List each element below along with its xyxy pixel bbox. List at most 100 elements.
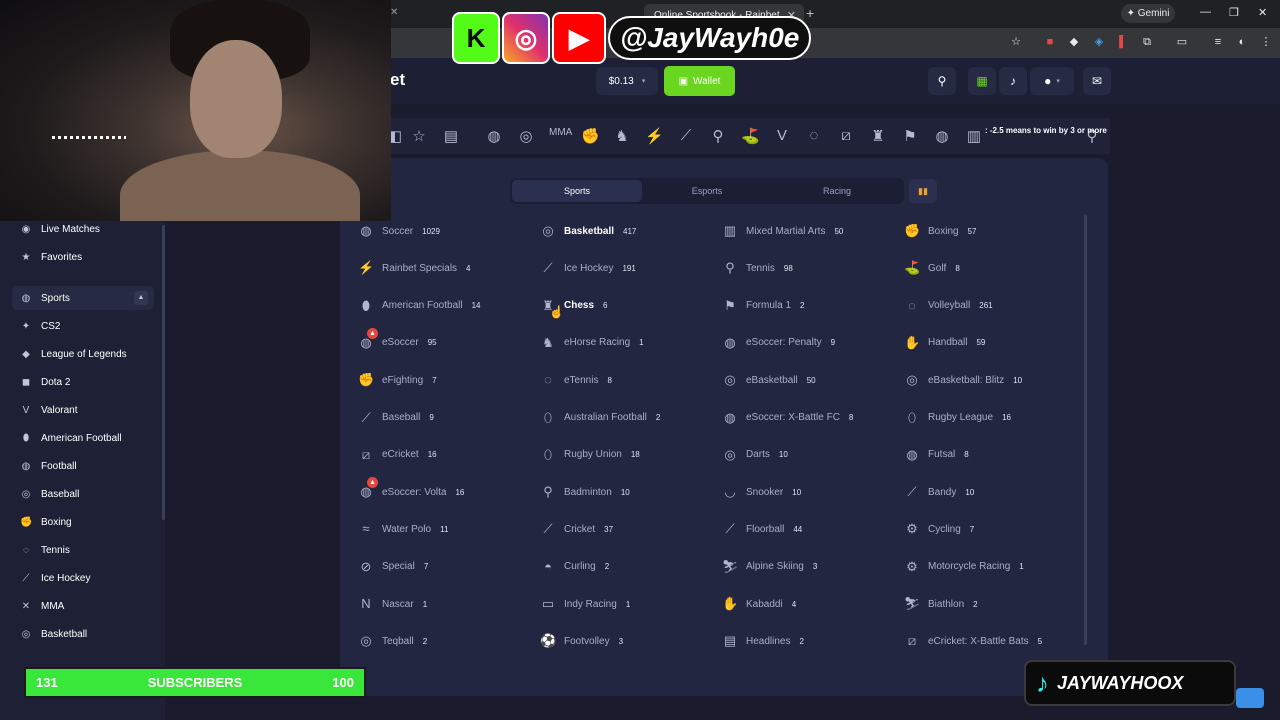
sport-item-soccer[interactable]: ◍ Soccer 1029 (358, 221, 440, 241)
book-icon[interactable]: ▥ (965, 127, 983, 145)
close-window-icon[interactable]: ✕ (1258, 6, 1267, 19)
sidebar-item-mma[interactable]: ✕ MMA (12, 595, 154, 617)
sidebar-item-ice-hockey[interactable]: ⟋ Ice Hockey (12, 567, 154, 589)
sport-item-efighting[interactable]: ✊ eFighting 7 (358, 370, 437, 390)
sport-item-etennis[interactable]: ◌ eTennis 8 (540, 370, 612, 390)
wallet-button[interactable]: ▣ Wallet (664, 66, 735, 96)
chess-icon[interactable]: ♜ (869, 127, 887, 145)
sport-item-snooker[interactable]: ◡ Snooker 10 (722, 482, 801, 502)
sport-item-biathlon[interactable]: ⛷ Biathlon 2 (904, 594, 978, 614)
sidebar-item-cs2[interactable]: ✦ CS2 (12, 315, 154, 337)
balance-selector[interactable]: $0.13 ▾ (596, 67, 658, 95)
sport-item-mixed-martial-arts[interactable]: ▥ Mixed Martial Arts 50 (722, 221, 844, 241)
mma-icon[interactable]: MMA (549, 127, 572, 138)
soccer-icon[interactable]: ◍ (485, 127, 503, 145)
sport-item-ice-hockey[interactable]: ⟋ Ice Hockey 191 (540, 258, 635, 278)
sidebar-scrollbar[interactable] (162, 225, 165, 520)
volleyball-icon[interactable]: ◌ (805, 127, 823, 144)
sport-item-esoccer-penalty[interactable]: ◍ eSoccer: Penalty 9 (722, 333, 835, 353)
puzzle-icon[interactable]: ⧉ (1140, 35, 1154, 49)
sport-item-indy-racing[interactable]: ▭ Indy Racing 1 (540, 594, 630, 614)
sidebar-item-baseball[interactable]: ◎ Baseball (12, 483, 154, 505)
profile-icon[interactable]: ◐ (1235, 35, 1249, 49)
user-menu-button[interactable]: ● ▾ (1030, 67, 1074, 95)
ice-hockey-icon[interactable]: ⟋ (677, 127, 695, 144)
chevron-up-icon[interactable]: ▲ (134, 291, 148, 305)
sport-item-esoccer-volta[interactable]: ◍ ▲ eSoccer: Volta 16 (358, 477, 464, 502)
boxing-icon[interactable]: ✊ (581, 127, 600, 145)
sport-item-badminton[interactable]: ⚲ Badminton 10 (540, 482, 629, 502)
notifications-button[interactable]: ♪ (999, 67, 1027, 95)
sport-item-cricket[interactable]: ⟋ Cricket 37 (540, 519, 613, 539)
formula-icon[interactable]: ⚑ (901, 127, 919, 145)
sidebar-item-tennis[interactable]: ◌ Tennis (12, 539, 154, 561)
sidebar-item-dota-2[interactable]: ◼ Dota 2 (12, 371, 154, 393)
sport-item-floorball[interactable]: ⟋ Floorball 44 (722, 519, 802, 539)
sport-item-ebasketball[interactable]: ◎ eBasketball 50 (722, 370, 815, 390)
sport-item-bandy[interactable]: ⟋ Bandy 10 (904, 482, 974, 502)
minimize-icon[interactable]: — (1200, 6, 1211, 18)
valorant-icon[interactable]: V (773, 127, 791, 144)
cast-icon[interactable]: ▭ (1175, 35, 1189, 49)
site-logo[interactable]: et (390, 70, 405, 90)
sport-item-baseball[interactable]: ⟋ Baseball 9 (358, 408, 433, 428)
betslip-icon[interactable]: ▤ (442, 127, 460, 145)
sport-item-volleyball[interactable]: ◌ Volleyball 261 (904, 296, 993, 316)
sport-item-basketball[interactable]: ◎ Basketball 417 (540, 221, 636, 241)
search-button[interactable]: ⚲ (928, 67, 956, 95)
sport-item-curling[interactable]: ◓ Curling 2 (540, 557, 609, 577)
sport-item-american-football[interactable]: ⬮ American Football 14 (358, 296, 481, 316)
sport-item-ehorse-racing[interactable]: ♞ eHorse Racing 1 (540, 333, 643, 353)
sport-item-motorcycle-racing[interactable]: ⚙ Motorcycle Racing 1 (904, 557, 1024, 577)
sport-item-footvolley[interactable]: ⚽ Footvolley 3 (540, 631, 623, 651)
esports-icon[interactable]: ♞ (613, 127, 631, 145)
tab-close-icon[interactable]: ✕ (390, 7, 398, 18)
sidebar-item-valorant[interactable]: V Valorant (12, 399, 154, 421)
sport-item-rugby-league[interactable]: ⬯ Rugby League 16 (904, 408, 1011, 428)
sidebar-item-boxing[interactable]: ✊ Boxing (12, 511, 154, 533)
chat-toggle-button[interactable] (1236, 688, 1264, 708)
stats-button[interactable]: ▮▮ (909, 179, 937, 203)
sidebar-item-football[interactable]: ◍ Football (12, 455, 154, 477)
tab-esports[interactable]: Esports (642, 180, 772, 202)
sport-item-headlines[interactable]: ▤ Headlines 2 (722, 631, 804, 651)
basketball-icon[interactable]: ◎ (517, 127, 535, 145)
sport-item-kabaddi[interactable]: ✋ Kabaddi 4 (722, 594, 796, 614)
sport-item-darts[interactable]: ◎ Darts 10 (722, 445, 787, 465)
sport-item-golf[interactable]: ⛳ Golf 8 (904, 258, 960, 278)
sport-item-futsal[interactable]: ◍ Futsal 8 (904, 445, 968, 465)
sidebar-item-sports[interactable]: ◍ Sports ▲ (12, 286, 154, 310)
ball-icon[interactable]: ◍ (933, 127, 951, 145)
adblock-icon[interactable]: ■ (1043, 35, 1057, 49)
cricket-icon[interactable]: ⧄ (837, 127, 855, 144)
sport-item-special[interactable]: ⊘ Special 7 (358, 557, 429, 577)
sport-item-cycling[interactable]: ⚙ Cycling 7 (904, 519, 974, 539)
sport-item-formula-1[interactable]: ⚑ Formula 1 2 (722, 296, 804, 316)
bookmark-star-icon[interactable]: ☆ (1009, 35, 1023, 49)
rainbet-specials-icon[interactable]: ⚡ (645, 127, 664, 145)
sidebar-item-basketball[interactable]: ◎ Basketball (12, 623, 154, 645)
sport-item-esoccer-x-battle-fc[interactable]: ◍ eSoccer: X-Battle FC 8 (722, 408, 853, 428)
sidebar-item-american-football[interactable]: ⬮ American Football (12, 427, 154, 449)
tennis-icon[interactable]: ⚲ (709, 127, 727, 145)
star-icon[interactable]: ☆ (410, 127, 428, 145)
sport-item-ebasketball-blitz[interactable]: ◎ eBasketball: Blitz 10 (904, 370, 1022, 390)
sport-item-nascar[interactable]: N Nascar 1 (358, 594, 427, 614)
sidebar-panel-icon[interactable]: ≡ (1211, 35, 1225, 49)
sport-item-esoccer[interactable]: ◍ ▲ eSoccer 95 (358, 327, 437, 353)
tab-racing[interactable]: Racing (772, 180, 902, 202)
restore-icon[interactable]: ❐ (1229, 6, 1239, 19)
sport-item-australian-football[interactable]: ⬯ Australian Football 2 (540, 408, 660, 428)
sport-item-handball[interactable]: ✋ Handball 59 (904, 333, 985, 353)
sport-item-rainbet-specials[interactable]: ⚡ Rainbet Specials 4 (358, 258, 471, 278)
gemini-button[interactable]: ✦ Gemini (1121, 4, 1175, 23)
sidebar-item-live-matches[interactable]: ◉ Live Matches (12, 218, 154, 240)
sport-item-ecricket[interactable]: ⧄ eCricket 16 (358, 445, 437, 465)
sport-item-rugby-union[interactable]: ⬯ Rugby Union 18 (540, 445, 640, 465)
shield-icon[interactable]: ◈ (1092, 35, 1106, 49)
sport-item-alpine-skiing[interactable]: ⛷ Alpine Skiing 3 (722, 557, 817, 577)
extension-icon[interactable]: ▌ (1116, 35, 1130, 49)
sidebar-item-league-of-legends[interactable]: ◆ League of Legends (12, 343, 154, 365)
panel-scrollbar[interactable] (1084, 215, 1087, 645)
sport-item-tennis[interactable]: ⚲ Tennis 98 (722, 258, 793, 278)
